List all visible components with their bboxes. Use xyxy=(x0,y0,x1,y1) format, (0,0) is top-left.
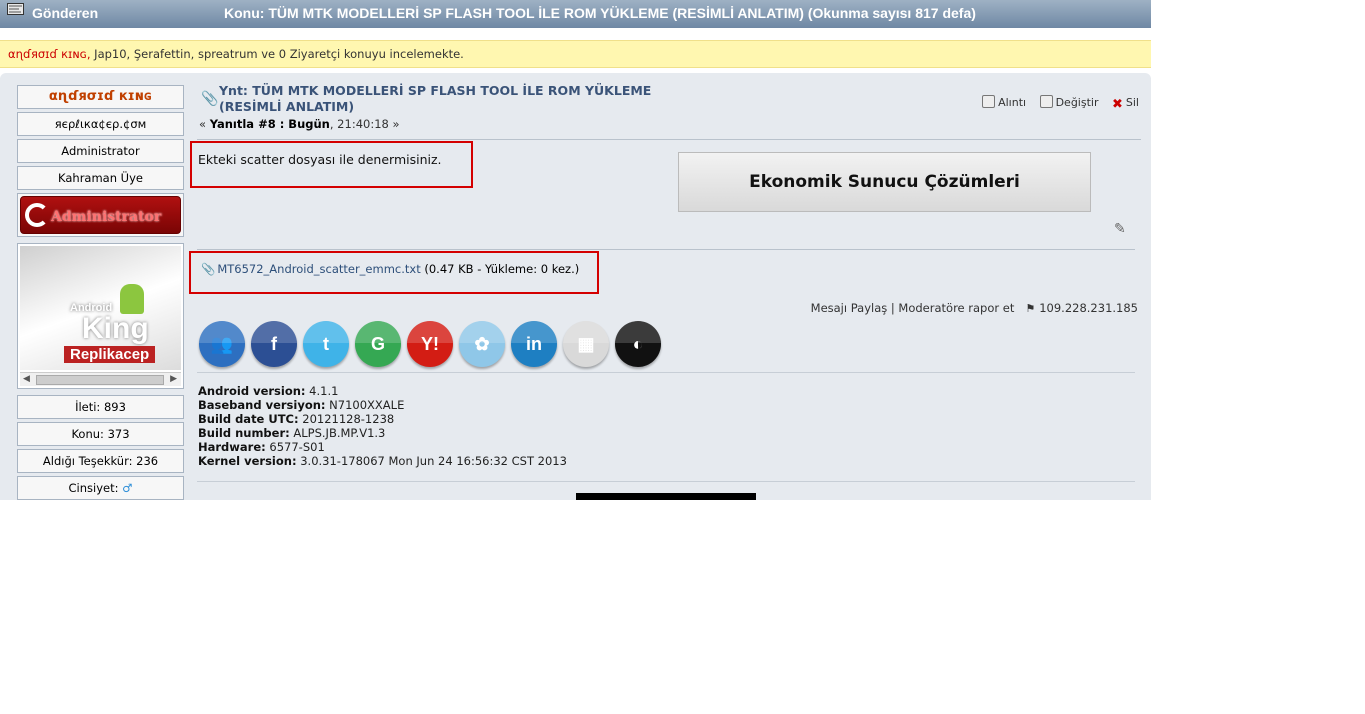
poster-sidebar: αɳɗяσɪɗ кɪɴɢ яєρℓιкα¢єρ.¢σм Administrato… xyxy=(17,85,184,500)
divider xyxy=(197,372,1135,373)
poster-role: Administrator xyxy=(17,139,184,163)
android-robot-icon xyxy=(120,284,144,314)
rank-badge: Administrator xyxy=(17,193,184,237)
author-column-label: Gönderen xyxy=(32,5,99,21)
facebook-icon[interactable]: f xyxy=(251,321,297,367)
signature-line: Build number: ALPS.JB.MP.V1.3 xyxy=(198,426,567,440)
paperclip-icon: 📎 xyxy=(201,91,219,107)
signature-label: Android version: xyxy=(198,384,306,398)
myspace-icon[interactable]: 👥 xyxy=(199,321,245,367)
divider xyxy=(197,481,1135,482)
social-share-icons: 👥 f t G Y! ✿ in ▦ ◐ xyxy=(199,321,667,370)
delete-label: Sil xyxy=(1125,96,1139,109)
google-icon[interactable]: G xyxy=(355,321,401,367)
avatar-text-3: Replikacep xyxy=(64,346,156,363)
attachment: 📎 MT6572_Android_scatter_emmc.txt (0.47 K… xyxy=(201,262,579,276)
ad-banner[interactable]: Ekonomik Sunucu Çözümleri xyxy=(678,152,1091,212)
delicious2-icon[interactable]: ◐ xyxy=(615,321,661,367)
poster-website[interactable]: яєρℓιкα¢єρ.¢σм xyxy=(17,112,184,136)
avatar-image: Android King Replikacep xyxy=(20,246,181,370)
scroll-right-icon[interactable]: ▶ xyxy=(170,374,177,384)
poster-username[interactable]: αɳɗяσɪɗ кɪɴɢ xyxy=(17,85,184,109)
ip-address[interactable]: 109.228.231.185 xyxy=(1039,301,1138,315)
msn-icon[interactable]: ✿ xyxy=(459,321,505,367)
share-separator: | xyxy=(887,301,899,315)
signature: Android version: 4.1.1 Baseband versiyon:… xyxy=(198,384,567,468)
signature-image xyxy=(576,493,756,500)
signature-line: Kernel version: 3.0.31-178067 Mon Jun 24… xyxy=(198,454,567,468)
meta-prefix: « xyxy=(199,117,210,131)
viewers-bar: αɳɗяσɪɗ кɪɴɢ, Jap10, Şerafettin, spreatr… xyxy=(0,40,1151,68)
crescent-icon xyxy=(25,203,49,227)
modify-label: Değiştir xyxy=(1055,96,1099,109)
signature-label: Hardware: xyxy=(198,440,266,454)
rank-image-text: Administrator xyxy=(51,209,162,225)
gender-label: Cinsiyet: xyxy=(68,481,119,495)
signature-line: Build date UTC: 20121128-1238 xyxy=(198,412,567,426)
post-panel: αɳɗяσɪɗ кɪɴɢ яєρℓιкα¢єρ.¢σм Administrato… xyxy=(0,73,1151,500)
quote-icon xyxy=(982,95,996,108)
delete-button[interactable]: ✖ Sil xyxy=(1111,96,1139,112)
linkedin-icon[interactable]: in xyxy=(511,321,557,367)
poster-title: Kahraman Üye xyxy=(17,166,184,190)
divider xyxy=(197,249,1135,250)
stat-gender: Cinsiyet: ♂ xyxy=(17,476,184,500)
attachment-clip-icon: 📎 xyxy=(201,262,216,276)
viewer-highlight[interactable]: αɳɗяσɪɗ кɪɴɢ, xyxy=(8,47,91,61)
post-body: 📎 Ynt: TÜM MTK MODELLERİ SP FLASH TOOL İ… xyxy=(189,83,1143,500)
signature-label: Build date UTC: xyxy=(198,412,299,426)
signature-line: Android version: 4.1.1 xyxy=(198,384,567,398)
post-actions: Alıntı Değiştir ✖ Sil xyxy=(972,95,1139,112)
signature-value: 4.1.1 xyxy=(305,384,339,398)
topic-icon xyxy=(7,3,24,15)
avatar-scrollbar[interactable]: ◀ ▶ xyxy=(20,372,181,386)
signature-line: Baseband versiyon: N7100XXALE xyxy=(198,398,567,412)
quote-label: Alıntı xyxy=(998,96,1027,109)
share-line: Mesajı Paylaş | Moderatöre rapor et ⚑ 109… xyxy=(811,301,1138,315)
delete-icon: ✖ xyxy=(1111,97,1123,112)
topic-title: Konu: TÜM MTK MODELLERİ SP FLASH TOOL İL… xyxy=(224,5,976,21)
divider xyxy=(197,139,1141,140)
attachment-link[interactable]: MT6572_Android_scatter_emmc.txt xyxy=(217,262,420,276)
signature-value: 3.0.31-178067 Mon Jun 24 16:56:32 CST 20… xyxy=(296,454,567,468)
signature-value: ALPS.JB.MP.V1.3 xyxy=(289,426,386,440)
signature-label: Kernel version: xyxy=(198,454,297,468)
signature-value: N7100XXALE xyxy=(325,398,405,412)
signature-label: Build number: xyxy=(198,426,290,440)
scrollbar-thumb[interactable] xyxy=(36,375,164,385)
ip-icon: ⚑ xyxy=(1025,302,1036,315)
report-edit-icon[interactable]: ✎ xyxy=(1114,221,1126,237)
scroll-left-icon[interactable]: ◀ xyxy=(23,374,30,384)
signature-value: 6577-S01 xyxy=(265,440,325,454)
stat-topics: Konu: 373 xyxy=(17,422,184,446)
stat-posts: İleti: 893 xyxy=(17,395,184,419)
yahoo-icon[interactable]: Y! xyxy=(407,321,453,367)
twitter-icon[interactable]: t xyxy=(303,321,349,367)
signature-value: 20121128-1238 xyxy=(298,412,395,426)
post-meta: « Yanıtla #8 : Bugün, 21:40:18 » xyxy=(199,117,400,131)
share-link[interactable]: Mesajı Paylaş xyxy=(811,301,888,315)
topic-header: Gönderen Konu: TÜM MTK MODELLERİ SP FLAS… xyxy=(0,0,1151,28)
delicious-icon[interactable]: ▦ xyxy=(563,321,609,367)
quote-button[interactable]: Alıntı xyxy=(982,95,1027,109)
signature-label: Baseband versiyon: xyxy=(198,398,326,412)
signature-line: Hardware: 6577-S01 xyxy=(198,440,567,454)
stat-thanks: Aldığı Teşekkür: 236 xyxy=(17,449,184,473)
avatar: Android King Replikacep ◀ ▶ xyxy=(17,243,184,389)
post-message: Ekteki scatter dosyası ile denermisiniz. xyxy=(198,152,442,167)
avatar-text-2: King xyxy=(82,312,149,345)
reply-link[interactable]: Yanıtla #8 : Bugün xyxy=(210,117,330,131)
modify-icon xyxy=(1039,95,1053,108)
post-title[interactable]: Ynt: TÜM MTK MODELLERİ SP FLASH TOOL İLE… xyxy=(219,83,689,115)
post-time: , 21:40:18 » xyxy=(329,117,400,131)
modify-button[interactable]: Değiştir xyxy=(1039,95,1099,109)
attachment-info: (0.47 KB - Yükleme: 0 kez.) xyxy=(420,262,580,276)
rank-image: Administrator xyxy=(20,196,181,234)
forum-frame: Gönderen Konu: TÜM MTK MODELLERİ SP FLAS… xyxy=(0,0,1151,500)
male-icon: ♂ xyxy=(122,481,133,495)
report-link[interactable]: Moderatöre rapor et xyxy=(898,301,1014,315)
viewers-text: Jap10, Şerafettin, spreatrum ve 0 Ziyare… xyxy=(90,47,464,61)
